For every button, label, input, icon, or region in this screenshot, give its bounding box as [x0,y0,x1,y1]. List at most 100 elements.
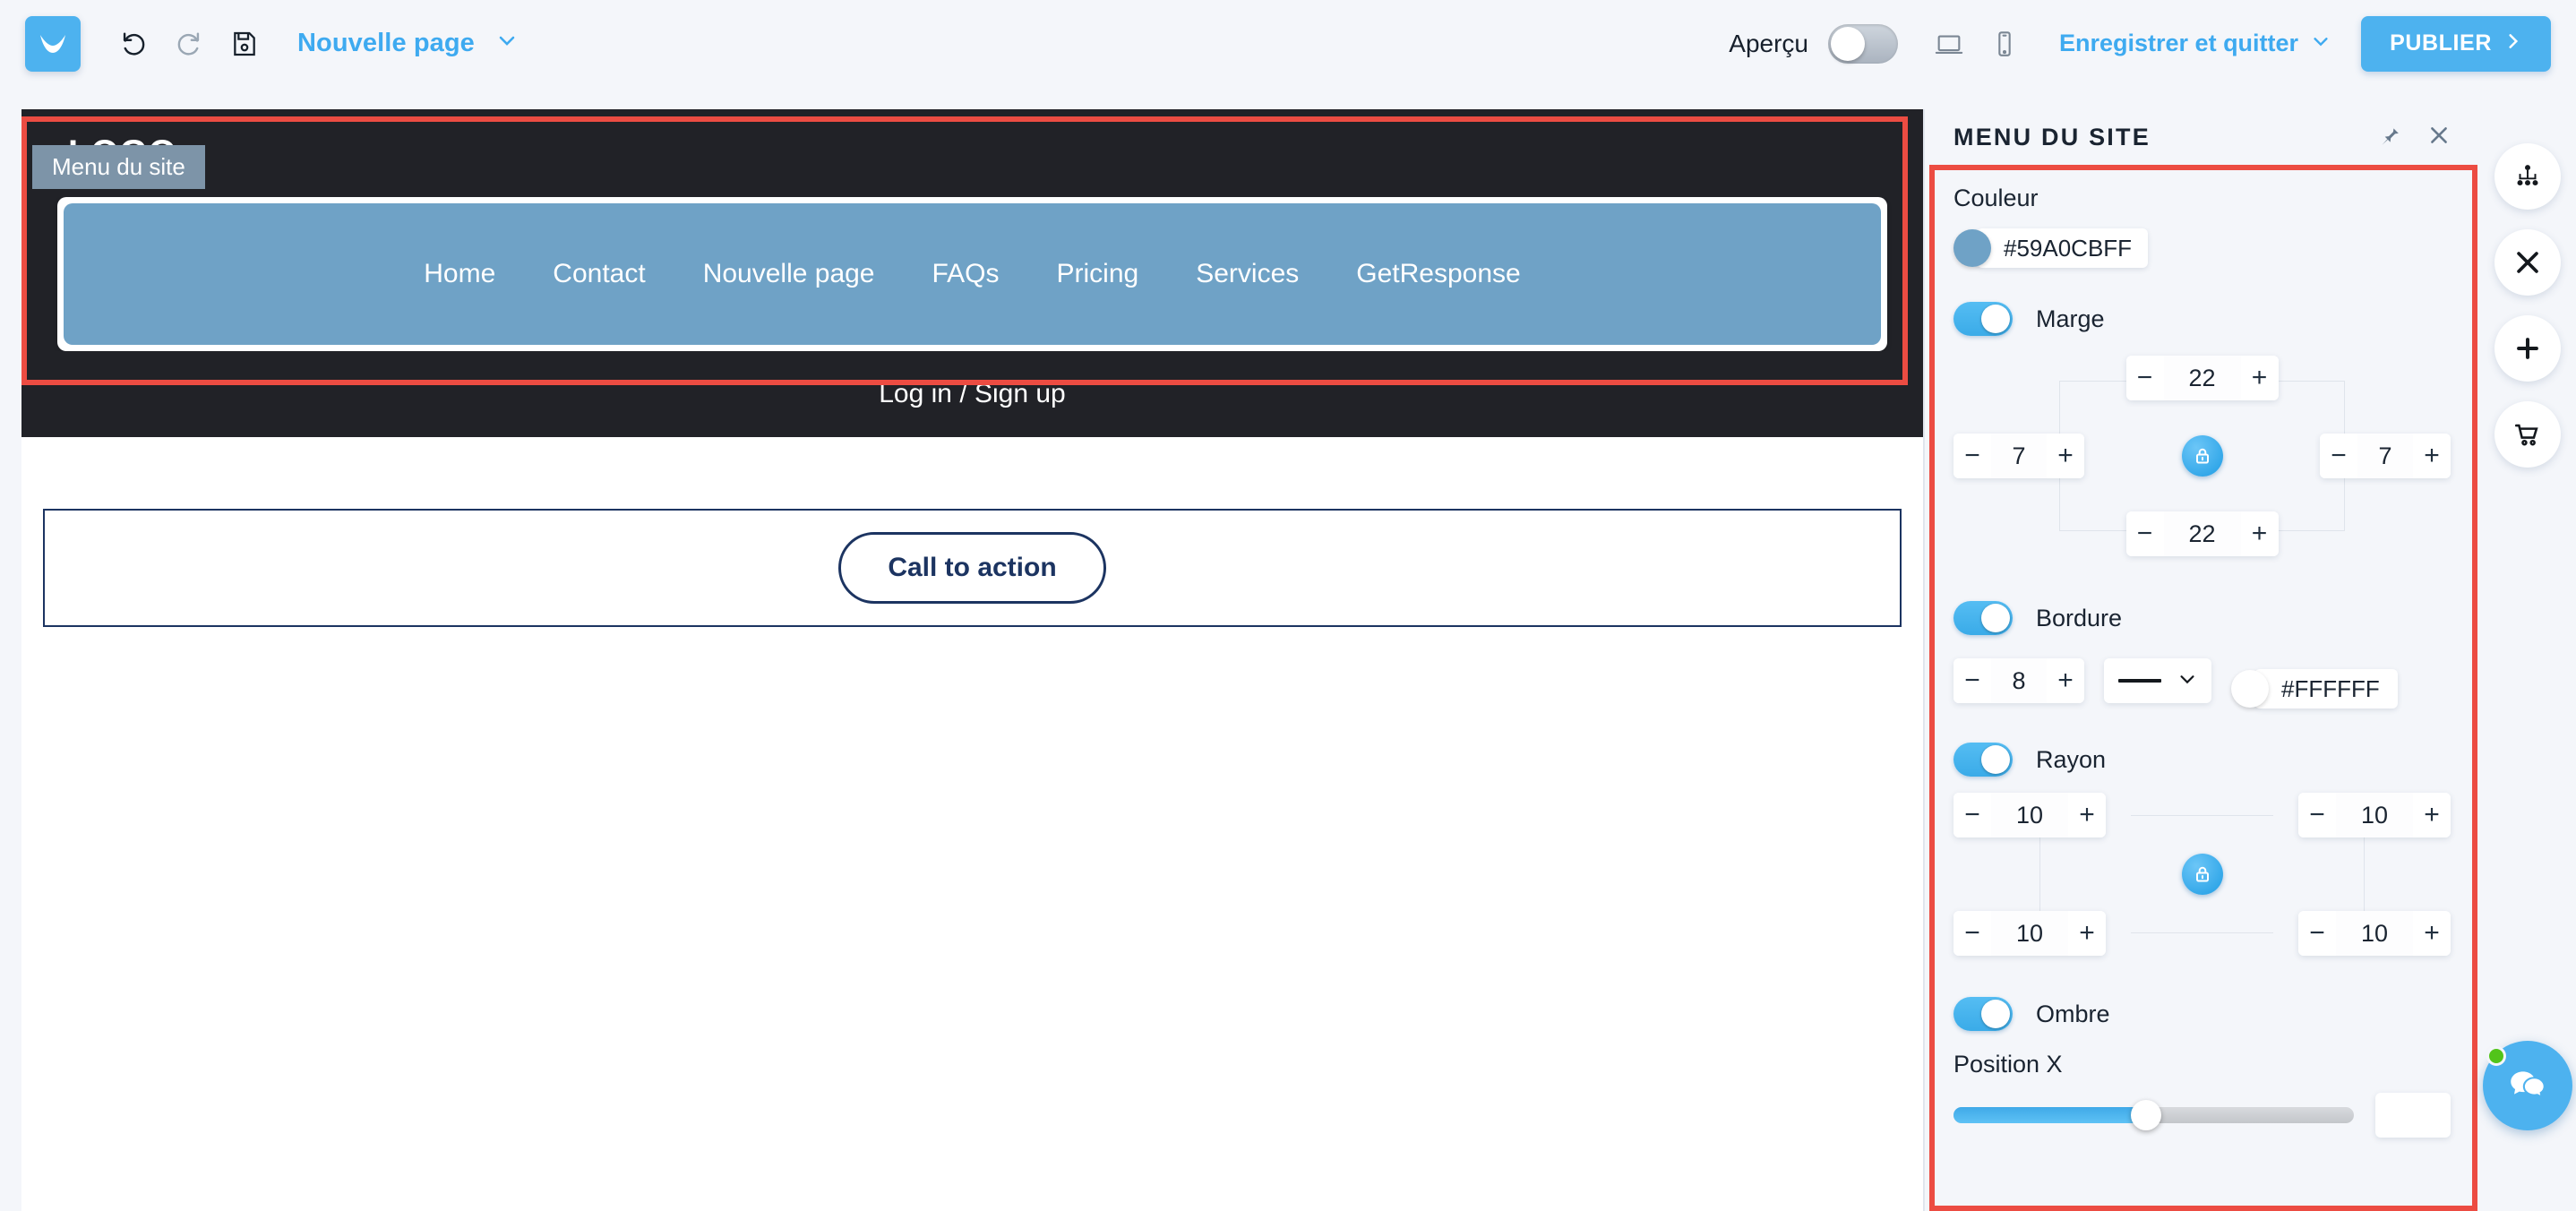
border-toggle-row: Bordure [1953,601,2451,635]
redo-icon[interactable] [161,16,217,72]
border-toggle[interactable] [1953,601,2013,635]
margin-label: Marge [2036,305,2105,332]
toggle-knob [1981,305,2010,333]
radius-br-value[interactable]: 10 [2336,911,2413,956]
margin-left-minus[interactable]: − [1953,434,1991,478]
radius-tr-value[interactable]: 10 [2336,793,2413,837]
panel-header: MENU DU SITE [1925,109,2479,165]
radius-guide-right [2364,837,2365,911]
site-menu-items: Home Contact Nouvelle page FAQs Pricing … [395,259,1549,289]
plus-icon[interactable] [2494,315,2561,382]
radius-bl-value[interactable]: 10 [1991,911,2068,956]
publish-button[interactable]: PUBLIER [2361,15,2551,72]
radius-label: Rayon [2036,745,2107,773]
radius-tl-value[interactable]: 10 [1991,793,2068,837]
margin-right-value[interactable]: 7 [2357,434,2413,478]
chevron-down-icon [496,29,518,58]
close-x-icon[interactable] [2494,229,2561,296]
border-color-value-input[interactable]: #FFFFFF [2254,669,2398,709]
radius-lock-button[interactable] [2181,854,2223,895]
radius-top-right-stepper: − 10 + [2298,793,2451,837]
slider-thumb[interactable] [2130,1100,2161,1130]
preview-toggle[interactable] [1828,23,1898,64]
margin-bottom-stepper: − 22 + [2125,511,2279,556]
panel-body: Couleur #59A0CBFF Marge − 22 + − 7 + − 7… [1925,185,2479,1138]
save-and-quit-label: Enregistrer et quitter [2059,30,2299,56]
login-signup-label: Log in / Sign up [879,379,1066,408]
radius-tr-plus[interactable]: + [2413,793,2451,837]
nav-item-faqs[interactable]: FAQs [904,259,1028,289]
shopping-cart-icon[interactable] [2494,401,2561,468]
page-selector[interactable]: Nouvelle page [297,29,518,59]
border-color-swatch[interactable] [2231,670,2269,708]
position-x-controls [1953,1093,2451,1138]
margin-bottom-minus[interactable]: − [2125,511,2164,556]
site-menu-bar[interactable]: Home Contact Nouvelle page FAQs Pricing … [64,203,1881,345]
radius-bl-minus[interactable]: − [1953,911,1991,956]
site-menu-wrapper: Home Contact Nouvelle page FAQs Pricing … [21,197,1923,351]
margin-lock-button[interactable] [2181,435,2223,477]
site-header[interactable]: LOGO [21,109,1923,197]
border-width-minus[interactable]: − [1953,658,1991,703]
border-style-select[interactable] [2104,658,2211,703]
margin-bottom-value[interactable]: 22 [2163,511,2241,556]
page-canvas: LOGO Home Contact Nouvelle page FAQs Pri… [21,109,1924,1211]
position-x-input[interactable] [2375,1093,2451,1138]
radius-toggle-row: Rayon [1953,743,2451,777]
site-menu-border: Home Contact Nouvelle page FAQs Pricing … [57,197,1887,351]
radius-tl-plus[interactable]: + [2068,793,2106,837]
border-width-plus[interactable]: + [2047,658,2084,703]
nav-item-home[interactable]: Home [395,259,524,289]
chevron-right-icon [2504,30,2522,56]
border-width-stepper: − 8 + [1953,658,2084,703]
nav-item-pricing[interactable]: Pricing [1028,259,1168,289]
nav-item-nouvelle-page[interactable]: Nouvelle page [674,259,904,289]
margin-top-minus[interactable]: − [2125,356,2164,400]
color-field: #59A0CBFF [1953,228,2451,268]
pin-icon[interactable] [2377,124,2400,151]
undo-icon[interactable] [106,16,161,72]
login-signup-row[interactable]: Log in / Sign up [21,351,1923,437]
radius-br-minus[interactable]: − [2298,911,2336,956]
app-root: Nouvelle page Aperçu Enregistrer et quit… [0,0,2576,1211]
nav-item-getresponse[interactable]: GetResponse [1327,259,1549,289]
margin-left-plus[interactable]: + [2047,434,2084,478]
nav-item-services[interactable]: Services [1167,259,1327,289]
page-title-label: Nouvelle page [297,28,475,57]
color-value-input[interactable]: #59A0CBFF [1977,228,2149,268]
margin-left-value[interactable]: 7 [1991,434,2047,478]
getresponse-logo-icon[interactable] [25,15,81,72]
toggle-knob [1981,604,2010,632]
slider-fill [1953,1107,2146,1123]
margin-controls: − 22 + − 7 + − 7 + − 22 + [1953,345,2451,567]
radius-tl-minus[interactable]: − [1953,793,1991,837]
margin-top-value[interactable]: 22 [2163,356,2241,400]
border-controls: − 8 + #FFFFFF [1953,653,2451,709]
save-disk-icon[interactable] [217,16,272,72]
radius-br-plus[interactable]: + [2413,911,2451,956]
margin-right-minus[interactable]: − [2320,434,2357,478]
chevron-down-icon [2311,30,2331,57]
canvas-spacer [21,437,1923,509]
margin-right-plus[interactable]: + [2413,434,2451,478]
margin-toggle[interactable] [1953,302,2013,336]
save-and-quit-button[interactable]: Enregistrer et quitter [2059,30,2331,57]
toggle-knob [1981,1000,2010,1028]
call-to-action-button[interactable]: Call to action [838,532,1106,604]
sitemap-icon[interactable] [2494,143,2561,210]
desktop-icon[interactable] [1921,16,1977,72]
mobile-icon[interactable] [1977,16,2032,72]
chat-bubbles-icon[interactable] [2483,1041,2572,1130]
radius-bl-plus[interactable]: + [2068,911,2106,956]
position-x-slider[interactable] [1953,1100,2354,1130]
shadow-toggle[interactable] [1953,997,2013,1031]
nav-item-contact[interactable]: Contact [524,259,674,289]
radius-toggle[interactable] [1953,743,2013,777]
border-width-value[interactable]: 8 [1991,658,2047,703]
color-swatch[interactable] [1953,229,1991,267]
margin-top-plus[interactable]: + [2240,356,2279,400]
margin-bottom-plus[interactable]: + [2240,511,2279,556]
radius-tr-minus[interactable]: − [2298,793,2336,837]
close-icon[interactable] [2427,124,2451,151]
cta-section[interactable]: Call to action [43,509,1902,627]
